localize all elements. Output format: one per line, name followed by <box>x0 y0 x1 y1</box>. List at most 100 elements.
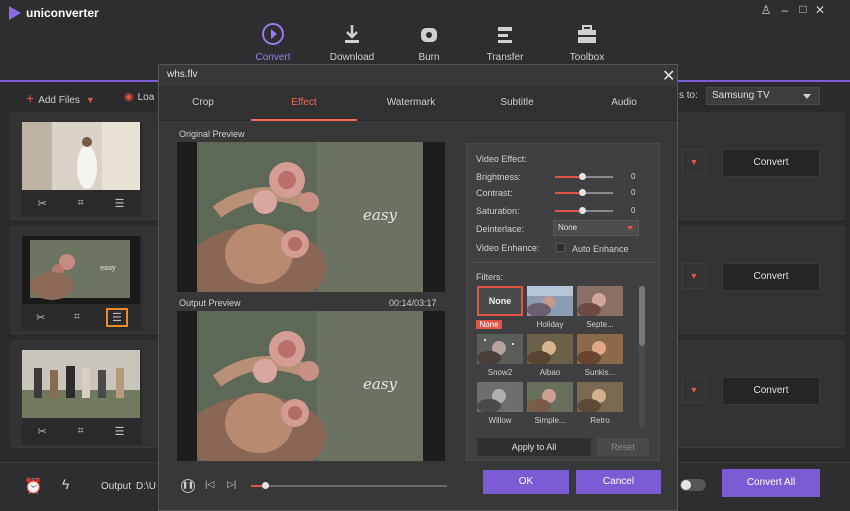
alarm-clock-icon[interactable]: ⏰ <box>24 477 43 495</box>
filter-september[interactable] <box>577 286 623 316</box>
auto-enhance-label: Auto Enhance <box>572 244 629 254</box>
saturation-handle[interactable] <box>579 207 586 214</box>
effect-dialog: whs.flv ✕ Crop Effect Watermark Subtitle… <box>158 64 678 511</box>
apply-to-all-button[interactable]: Apply to All <box>477 438 591 456</box>
close-icon[interactable]: ✕ <box>662 66 675 86</box>
output-path[interactable]: D:\U <box>136 481 156 492</box>
close-window-icon[interactable]: ✕ <box>813 3 827 17</box>
nav-transfer[interactable]: Transfer <box>465 22 545 63</box>
nav-burn[interactable]: Burn <box>389 22 469 63</box>
filter-snow2[interactable] <box>477 334 523 364</box>
toolbox-icon <box>578 25 596 43</box>
crop-icon[interactable]: ⌗ <box>74 311 80 324</box>
filter-aibao[interactable] <box>527 334 573 364</box>
original-preview-label: Original Preview <box>179 129 245 139</box>
previous-icon[interactable]: |◁ <box>205 479 214 490</box>
brightness-handle[interactable] <box>579 173 586 180</box>
auto-enhance-checkbox[interactable] <box>556 243 565 252</box>
convert-button[interactable]: Convert <box>722 377 820 405</box>
burn-icon <box>421 28 437 42</box>
contrast-slider[interactable] <box>555 189 613 196</box>
minimize-icon[interactable]: – <box>778 3 792 17</box>
saturation-value: 0 <box>631 206 636 215</box>
playback-timestamp: 00:14/03:17 <box>389 298 437 308</box>
contrast-handle[interactable] <box>579 189 586 196</box>
chevron-down-icon[interactable]: ▼ <box>86 95 95 105</box>
seek-bar[interactable] <box>251 482 447 489</box>
output-frame-image: easy <box>197 311 423 461</box>
saturation-label: Saturation: <box>476 206 520 216</box>
saturation-slider[interactable] <box>555 207 613 214</box>
row-format-dropdown[interactable]: ▼ <box>682 149 706 175</box>
file-thumbnail: ✂ ⌗ ☰ <box>22 350 142 444</box>
seek-handle[interactable] <box>261 482 269 489</box>
convert-icon <box>262 23 284 45</box>
scissors-icon[interactable]: ✂ <box>37 197 46 210</box>
effects-icon[interactable]: ☰ <box>106 307 128 327</box>
chevron-down-icon <box>803 94 811 99</box>
tab-crop[interactable]: Crop <box>159 87 247 121</box>
user-icon[interactable]: ♙ <box>759 3 773 17</box>
filter-none[interactable]: None <box>477 286 523 316</box>
target-format-value: Samsung TV <box>712 90 770 101</box>
brightness-slider[interactable] <box>555 173 613 180</box>
convert-all-button[interactable]: Convert All <box>722 469 820 497</box>
filters-scroll-thumb[interactable] <box>639 286 645 346</box>
tab-audio[interactable]: Audio <box>571 87 677 121</box>
maximize-icon[interactable]: □ <box>796 2 810 16</box>
cancel-button[interactable]: Cancel <box>576 470 661 494</box>
pause-icon[interactable]: ❚❚ <box>181 479 195 493</box>
convert-to-label: s to: <box>679 90 698 101</box>
output-watermark-text: easy <box>363 375 398 393</box>
filter-holiday[interactable] <box>527 286 573 316</box>
nav-download-label: Download <box>329 52 375 63</box>
scissors-icon[interactable]: ✂ <box>37 425 46 438</box>
crop-icon[interactable]: ⌗ <box>78 425 84 438</box>
add-icon: + <box>26 90 35 106</box>
filter-sunkist-label: Sunkis... <box>584 368 616 377</box>
filter-retro[interactable] <box>577 382 623 412</box>
file-tools: ✂ ⌗ ☰ <box>22 194 140 212</box>
filter-none-label: None <box>476 320 502 329</box>
effects-icon[interactable]: ☰ <box>115 425 125 438</box>
file-thumbnail: easy ✂ ⌗ ☰ <box>22 236 142 330</box>
original-watermark-text: easy <box>363 206 398 224</box>
crop-icon[interactable]: ⌗ <box>78 197 84 210</box>
tab-subtitle[interactable]: Subtitle <box>465 87 569 121</box>
chevron-down-icon <box>627 226 633 230</box>
app-logo-icon <box>9 6 21 20</box>
filter-willow[interactable] <box>477 382 523 412</box>
deinterlace-value: None <box>558 223 578 232</box>
next-icon[interactable]: ▷| <box>227 479 236 490</box>
convert-button[interactable]: Convert <box>722 263 820 291</box>
filters-scrollbar[interactable] <box>639 286 645 428</box>
nav-convert[interactable]: Convert <box>233 22 313 63</box>
thumbnail-image <box>22 122 140 190</box>
nav-convert-label: Convert <box>255 52 291 63</box>
ok-button[interactable]: OK <box>483 470 569 494</box>
original-frame-image: easy <box>197 142 423 292</box>
scissors-icon[interactable]: ✂ <box>36 311 45 324</box>
add-files-button[interactable]: + Add Files ▼ <box>26 90 95 106</box>
filter-none-tile-label: None <box>488 296 512 306</box>
deinterlace-select[interactable]: None <box>553 220 639 236</box>
filter-sunkist[interactable] <box>577 334 623 364</box>
tab-watermark[interactable]: Watermark <box>359 87 463 121</box>
load-button[interactable]: ◉ Loa <box>124 90 154 103</box>
tab-effect[interactable]: Effect <box>251 87 357 121</box>
target-format-select[interactable]: Samsung TV <box>706 87 820 105</box>
merge-toggle[interactable] <box>680 479 706 491</box>
reset-button[interactable]: Reset <box>597 438 649 456</box>
filter-simple[interactable] <box>527 382 573 412</box>
thumbnail-image <box>22 350 140 418</box>
convert-button[interactable]: Convert <box>722 149 820 177</box>
transfer-icon <box>498 27 512 43</box>
nav-download[interactable]: Download <box>312 22 392 63</box>
filter-retro-label: Retro <box>590 416 610 425</box>
row-format-dropdown[interactable]: ▼ <box>682 263 706 289</box>
row-format-dropdown[interactable]: ▼ <box>682 377 706 403</box>
lightning-icon[interactable]: ϟ <box>62 476 69 492</box>
nav-transfer-label: Transfer <box>486 52 524 63</box>
nav-toolbox[interactable]: Toolbox <box>547 22 627 63</box>
effects-icon[interactable]: ☰ <box>115 197 125 210</box>
